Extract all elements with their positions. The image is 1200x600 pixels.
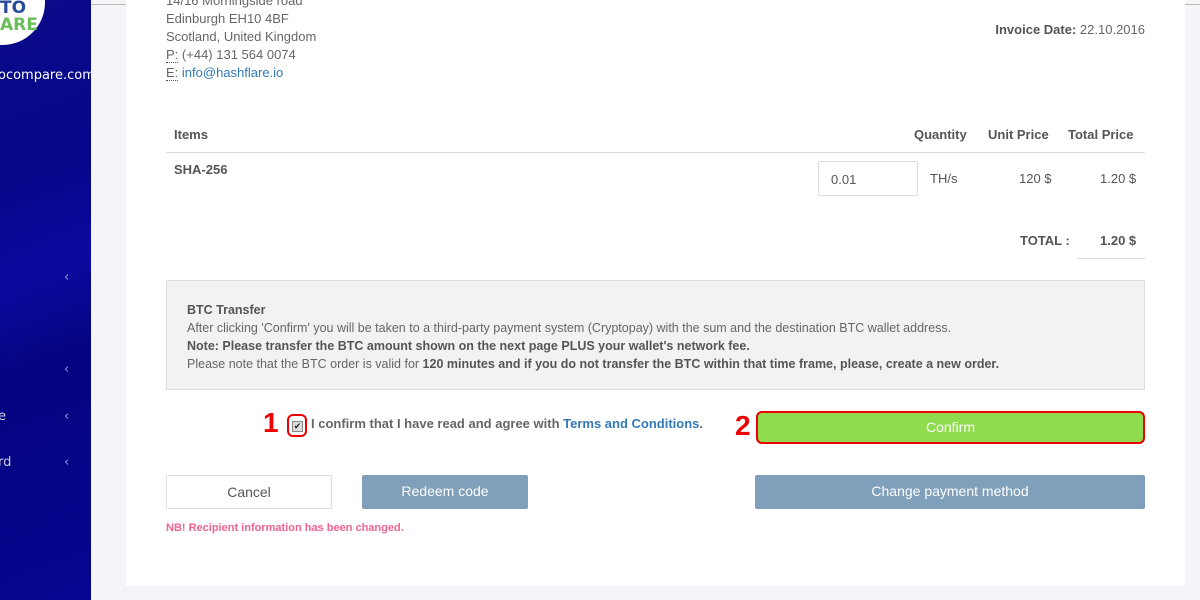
invoice-date-label: Invoice Date: (995, 22, 1077, 37)
invoice-card: 14/16 Morningside road Edinburgh EH10 4B… (126, 0, 1185, 586)
confirm-button[interactable]: Confirm (756, 411, 1145, 444)
email-label: E: (166, 65, 179, 81)
col-header-items: Items (174, 127, 208, 142)
invoice-date: Invoice Date: 22.10.2016 (995, 22, 1145, 37)
divider (1077, 258, 1145, 259)
address-email: E: info@hashflare.io (166, 64, 316, 82)
unit-price: 120 $ (1019, 171, 1052, 186)
col-header-unit-price: Unit Price (988, 127, 1049, 142)
address-phone: P: (+44) 131 564 0074 (166, 46, 316, 64)
info-text: Please note that the BTC order is valid … (187, 357, 423, 371)
sidebar-item[interactable]: ‹ (0, 362, 91, 382)
terms-label: I confirm that I have read and agree wit… (311, 416, 703, 431)
checkmark-icon: ✔ (292, 421, 303, 432)
phone-label: P: (166, 47, 179, 63)
change-payment-method-button[interactable]: Change payment method (755, 475, 1145, 509)
info-validity: Please note that the BTC order is valid … (187, 355, 1124, 373)
terms-period: . (699, 416, 704, 431)
sidebar: TO ARE ocompare.com ‹ ‹ e ‹ rd ‹ (0, 0, 91, 600)
redeem-code-button[interactable]: Redeem code (362, 475, 528, 509)
sidebar-item[interactable]: rd ‹ (0, 455, 91, 475)
info-text: After clicking 'Confirm' you will be tak… (187, 321, 952, 335)
terms-link[interactable]: Terms and Conditions (563, 416, 699, 431)
divider (166, 152, 1145, 153)
quantity-input[interactable]: 0.01 (818, 161, 918, 196)
chevron-left-icon: ‹ (64, 409, 70, 424)
email-link[interactable]: info@hashflare.io (182, 65, 283, 80)
col-header-quantity: Quantity (914, 127, 967, 142)
sidebar-item[interactable]: e ‹ (0, 409, 91, 429)
col-header-total-price: Total Price (1068, 127, 1134, 142)
company-address: 14/16 Morningside road Edinburgh EH10 4B… (166, 0, 316, 82)
chevron-left-icon: ‹ (64, 270, 70, 285)
sidebar-item-label: rd (0, 455, 12, 470)
info-title: BTC Transfer (187, 303, 266, 317)
cancel-button[interactable]: Cancel (166, 475, 332, 509)
total-label: TOTAL : (1020, 233, 1070, 248)
logo-text: ARE (0, 15, 38, 35)
info-text-bold: 120 minutes and if you do not transfer t… (422, 357, 1000, 371)
total-price: 1.20 $ (1100, 171, 1137, 186)
logo[interactable]: TO ARE (0, 0, 45, 45)
terms-checkbox[interactable]: ✔ (287, 414, 307, 437)
annotation-number: 2 (735, 410, 751, 441)
address-country: Scotland, United Kingdom (166, 29, 317, 44)
info-note: Note: Please transfer the BTC amount sho… (187, 339, 750, 353)
sidebar-item-label: e (0, 409, 6, 424)
site-name: ocompare.com (0, 68, 91, 83)
address-city: Edinburgh EH10 4BF (166, 11, 289, 26)
terms-text: I confirm that I have read and agree wit… (311, 416, 564, 431)
invoice-date-value: 22.10.2016 (1079, 22, 1145, 37)
sidebar-item[interactable]: ‹ (0, 270, 91, 290)
phone: (+44) 131 564 0074 (181, 47, 296, 62)
btc-transfer-info: BTC Transfer After clicking 'Confirm' yo… (166, 280, 1145, 390)
unit-label: TH/s (930, 171, 958, 186)
chevron-left-icon: ‹ (64, 362, 70, 377)
chevron-left-icon: ‹ (64, 455, 70, 470)
recipient-notice: NB! Recipient information has been chang… (166, 522, 404, 534)
annotation-number: 1 (263, 407, 279, 438)
total-value: 1.20 $ (1100, 233, 1137, 248)
address-street: 14/16 Morningside road (166, 0, 303, 8)
item-name: SHA-256 (174, 162, 228, 177)
